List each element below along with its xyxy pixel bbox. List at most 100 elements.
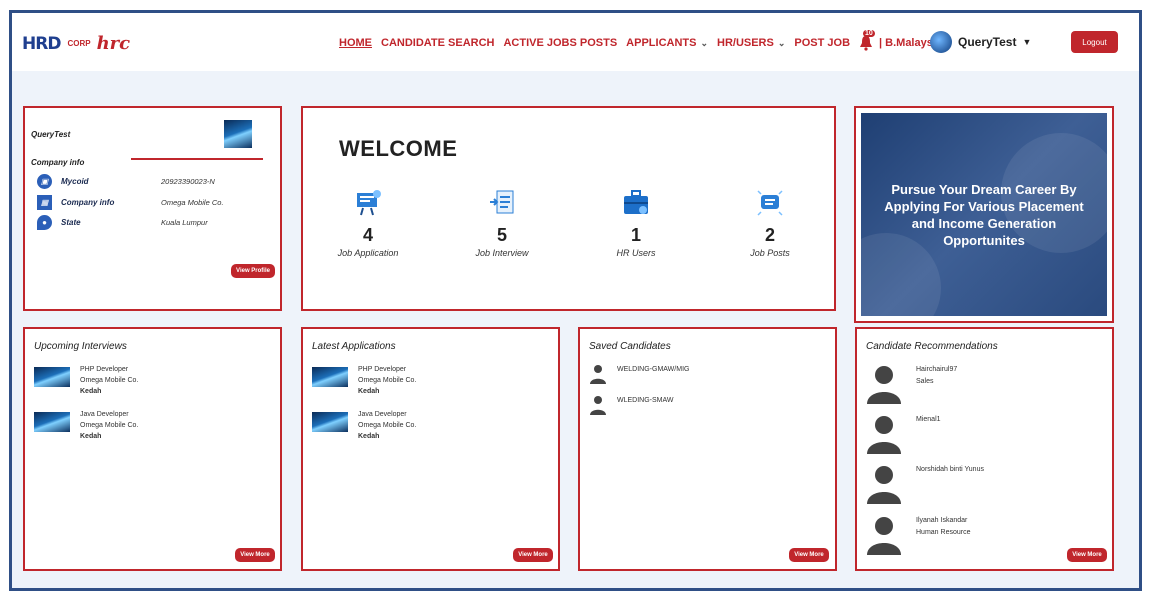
candidate-role: Human Resource bbox=[916, 529, 971, 536]
candidate-skill: WELDING-GMAW/MIG bbox=[617, 366, 690, 373]
view-more-button[interactable]: View More bbox=[1067, 548, 1107, 562]
recommendation-item[interactable]: Mienal1 bbox=[866, 414, 941, 454]
candidate-name: Norshidah binti Yunus bbox=[916, 466, 984, 473]
logo-corp: CORP bbox=[67, 39, 91, 48]
nav-hr-users[interactable]: HR/USERS ⌄ bbox=[717, 37, 785, 49]
promo-banner[interactable]: Pursue Your Dream Career By Applying For… bbox=[861, 113, 1107, 316]
stat-value: 2 bbox=[764, 225, 775, 245]
company-name: Omega Mobile Co. bbox=[80, 377, 139, 384]
view-profile-button[interactable]: View Profile bbox=[231, 264, 275, 278]
stat-label: HR Users bbox=[616, 248, 656, 258]
candidate-info: Ilyanah Iskandar Human Resource bbox=[916, 515, 970, 539]
saved-candidates-card: Saved Candidates WELDING-GMAW/MIG WLEDIN… bbox=[578, 327, 837, 571]
interview-item[interactable]: Java Developer Omega Mobile Co. Kedah bbox=[34, 409, 138, 442]
profile-label: Mycoid bbox=[61, 177, 89, 186]
message-board-icon bbox=[757, 190, 783, 216]
main-nav: HOME CANDIDATE SEARCH ACTIVE JOBS POSTS … bbox=[339, 30, 942, 51]
latest-applications-card: Latest Applications PHP Developer Omega … bbox=[301, 327, 560, 571]
user-icon bbox=[867, 416, 901, 454]
user-icon bbox=[590, 365, 606, 384]
company-name: Omega Mobile Co. bbox=[358, 377, 417, 384]
profile-value: 20923390023-N bbox=[161, 177, 215, 186]
notification-bell-icon[interactable]: 10 bbox=[859, 30, 875, 51]
job-state: Kedah bbox=[80, 388, 102, 395]
interview-item[interactable]: PHP Developer Omega Mobile Co. Kedah bbox=[34, 364, 138, 397]
resume-icon bbox=[490, 190, 514, 214]
job-title: PHP Developer bbox=[80, 366, 129, 373]
view-more-button[interactable]: View More bbox=[235, 548, 275, 562]
card-title: Candidate Recommendations bbox=[866, 341, 998, 352]
profile-value: Omega Mobile Co. bbox=[161, 198, 224, 207]
stat-label: Job Posts bbox=[750, 248, 790, 258]
recommendation-item[interactable]: Hairchairul97 Sales bbox=[866, 364, 957, 404]
nav-applicants-label: APPLICANTS bbox=[626, 37, 697, 49]
card-title: Saved Candidates bbox=[589, 341, 671, 352]
chevron-down-icon: ⌄ bbox=[777, 38, 786, 48]
profile-label: State bbox=[61, 218, 81, 227]
candidate-info: Hairchairul97 Sales bbox=[916, 364, 957, 388]
profile-row-company: ▦ Company info Omega Mobile Co. bbox=[37, 195, 224, 210]
app-frame: HRD CORP hrc HOME CANDIDATE SEARCH ACTIV… bbox=[9, 10, 1142, 591]
job-thumbnail bbox=[34, 412, 70, 432]
job-title: Java Developer bbox=[80, 411, 129, 418]
card-title: Upcoming Interviews bbox=[34, 341, 127, 352]
brand-logo[interactable]: HRD CORP hrc bbox=[22, 33, 130, 54]
nav-active-jobs[interactable]: ACTIVE JOBS POSTS bbox=[503, 37, 617, 49]
stat-job-application[interactable]: 4 Job Application bbox=[318, 188, 418, 258]
nav-home[interactable]: HOME bbox=[339, 37, 372, 49]
candidate-name: Hairchairul97 bbox=[916, 366, 958, 373]
company-info-heading: Company info bbox=[31, 158, 85, 167]
view-more-button[interactable]: View More bbox=[513, 548, 553, 562]
profile-row-mycoid: ▣ Mycoid 20923390023-N bbox=[37, 174, 215, 189]
profile-label: Company info bbox=[61, 198, 115, 207]
stat-value: 4 bbox=[362, 225, 373, 245]
nav-post-job[interactable]: POST JOB bbox=[794, 37, 850, 49]
user-icon bbox=[590, 396, 606, 415]
navbar: HRD CORP hrc HOME CANDIDATE SEARCH ACTIV… bbox=[12, 13, 1139, 71]
saved-candidate-item[interactable]: WLEDING-SMAW bbox=[589, 395, 674, 415]
user-icon bbox=[867, 517, 901, 555]
id-card-icon: ▣ bbox=[37, 174, 52, 189]
divider bbox=[131, 158, 263, 160]
welcome-card: WELCOME 4 Job Application 5 Job Intervie… bbox=[301, 106, 836, 311]
stat-label: Job Application bbox=[337, 248, 399, 258]
stat-hr-users[interactable]: 1 HR Users bbox=[586, 188, 686, 258]
job-state: Kedah bbox=[358, 388, 380, 395]
nav-candidate-search[interactable]: CANDIDATE SEARCH bbox=[381, 37, 494, 49]
candidate-role: Sales bbox=[916, 378, 934, 385]
job-title: PHP Developer bbox=[358, 366, 407, 373]
nav-applicants[interactable]: APPLICANTS ⌄ bbox=[626, 37, 708, 49]
stat-value: 5 bbox=[496, 225, 507, 245]
logo-hrd: HRD bbox=[22, 33, 61, 54]
job-state: Kedah bbox=[80, 433, 102, 440]
profile-card: QueryTest Company info ▣ Mycoid 20923390… bbox=[23, 106, 282, 311]
company-name: Omega Mobile Co. bbox=[358, 422, 417, 429]
presentation-icon bbox=[357, 190, 381, 216]
recommendation-item[interactable]: Ilyanah Iskandar Human Resource bbox=[866, 515, 970, 555]
stat-label: Job Interview bbox=[475, 248, 529, 258]
recommendation-item[interactable]: Norshidah binti Yunus bbox=[866, 464, 984, 504]
application-item[interactable]: PHP Developer Omega Mobile Co. Kedah bbox=[312, 364, 416, 397]
saved-candidate-item[interactable]: WELDING-GMAW/MIG bbox=[589, 364, 689, 384]
building-icon: ▦ bbox=[37, 195, 52, 210]
job-thumbnail bbox=[312, 367, 348, 387]
company-logo bbox=[224, 120, 252, 148]
job-title: Java Developer bbox=[358, 411, 407, 418]
notification-count: 10 bbox=[863, 30, 875, 37]
job-thumbnail bbox=[34, 367, 70, 387]
user-menu[interactable]: QueryTest ▼ bbox=[930, 31, 1031, 53]
candidate-skill: WLEDING-SMAW bbox=[617, 397, 674, 404]
candidate-info: Norshidah binti Yunus bbox=[916, 464, 984, 476]
logout-button[interactable]: Logout bbox=[1071, 31, 1118, 53]
card-title: Latest Applications bbox=[312, 341, 396, 352]
chevron-down-icon: ⌄ bbox=[700, 38, 708, 48]
application-item[interactable]: Java Developer Omega Mobile Co. Kedah bbox=[312, 409, 416, 442]
view-more-button[interactable]: View More bbox=[789, 548, 829, 562]
candidate-name: Ilyanah Iskandar bbox=[916, 517, 968, 524]
profile-value: Kuala Lumpur bbox=[161, 218, 208, 227]
application-details: PHP Developer Omega Mobile Co. Kedah bbox=[358, 364, 416, 397]
stat-job-posts[interactable]: 2 Job Posts bbox=[720, 188, 820, 258]
stat-job-interview[interactable]: 5 Job Interview bbox=[452, 188, 552, 258]
location-pin-icon: ● bbox=[37, 215, 52, 230]
job-state: Kedah bbox=[358, 433, 380, 440]
